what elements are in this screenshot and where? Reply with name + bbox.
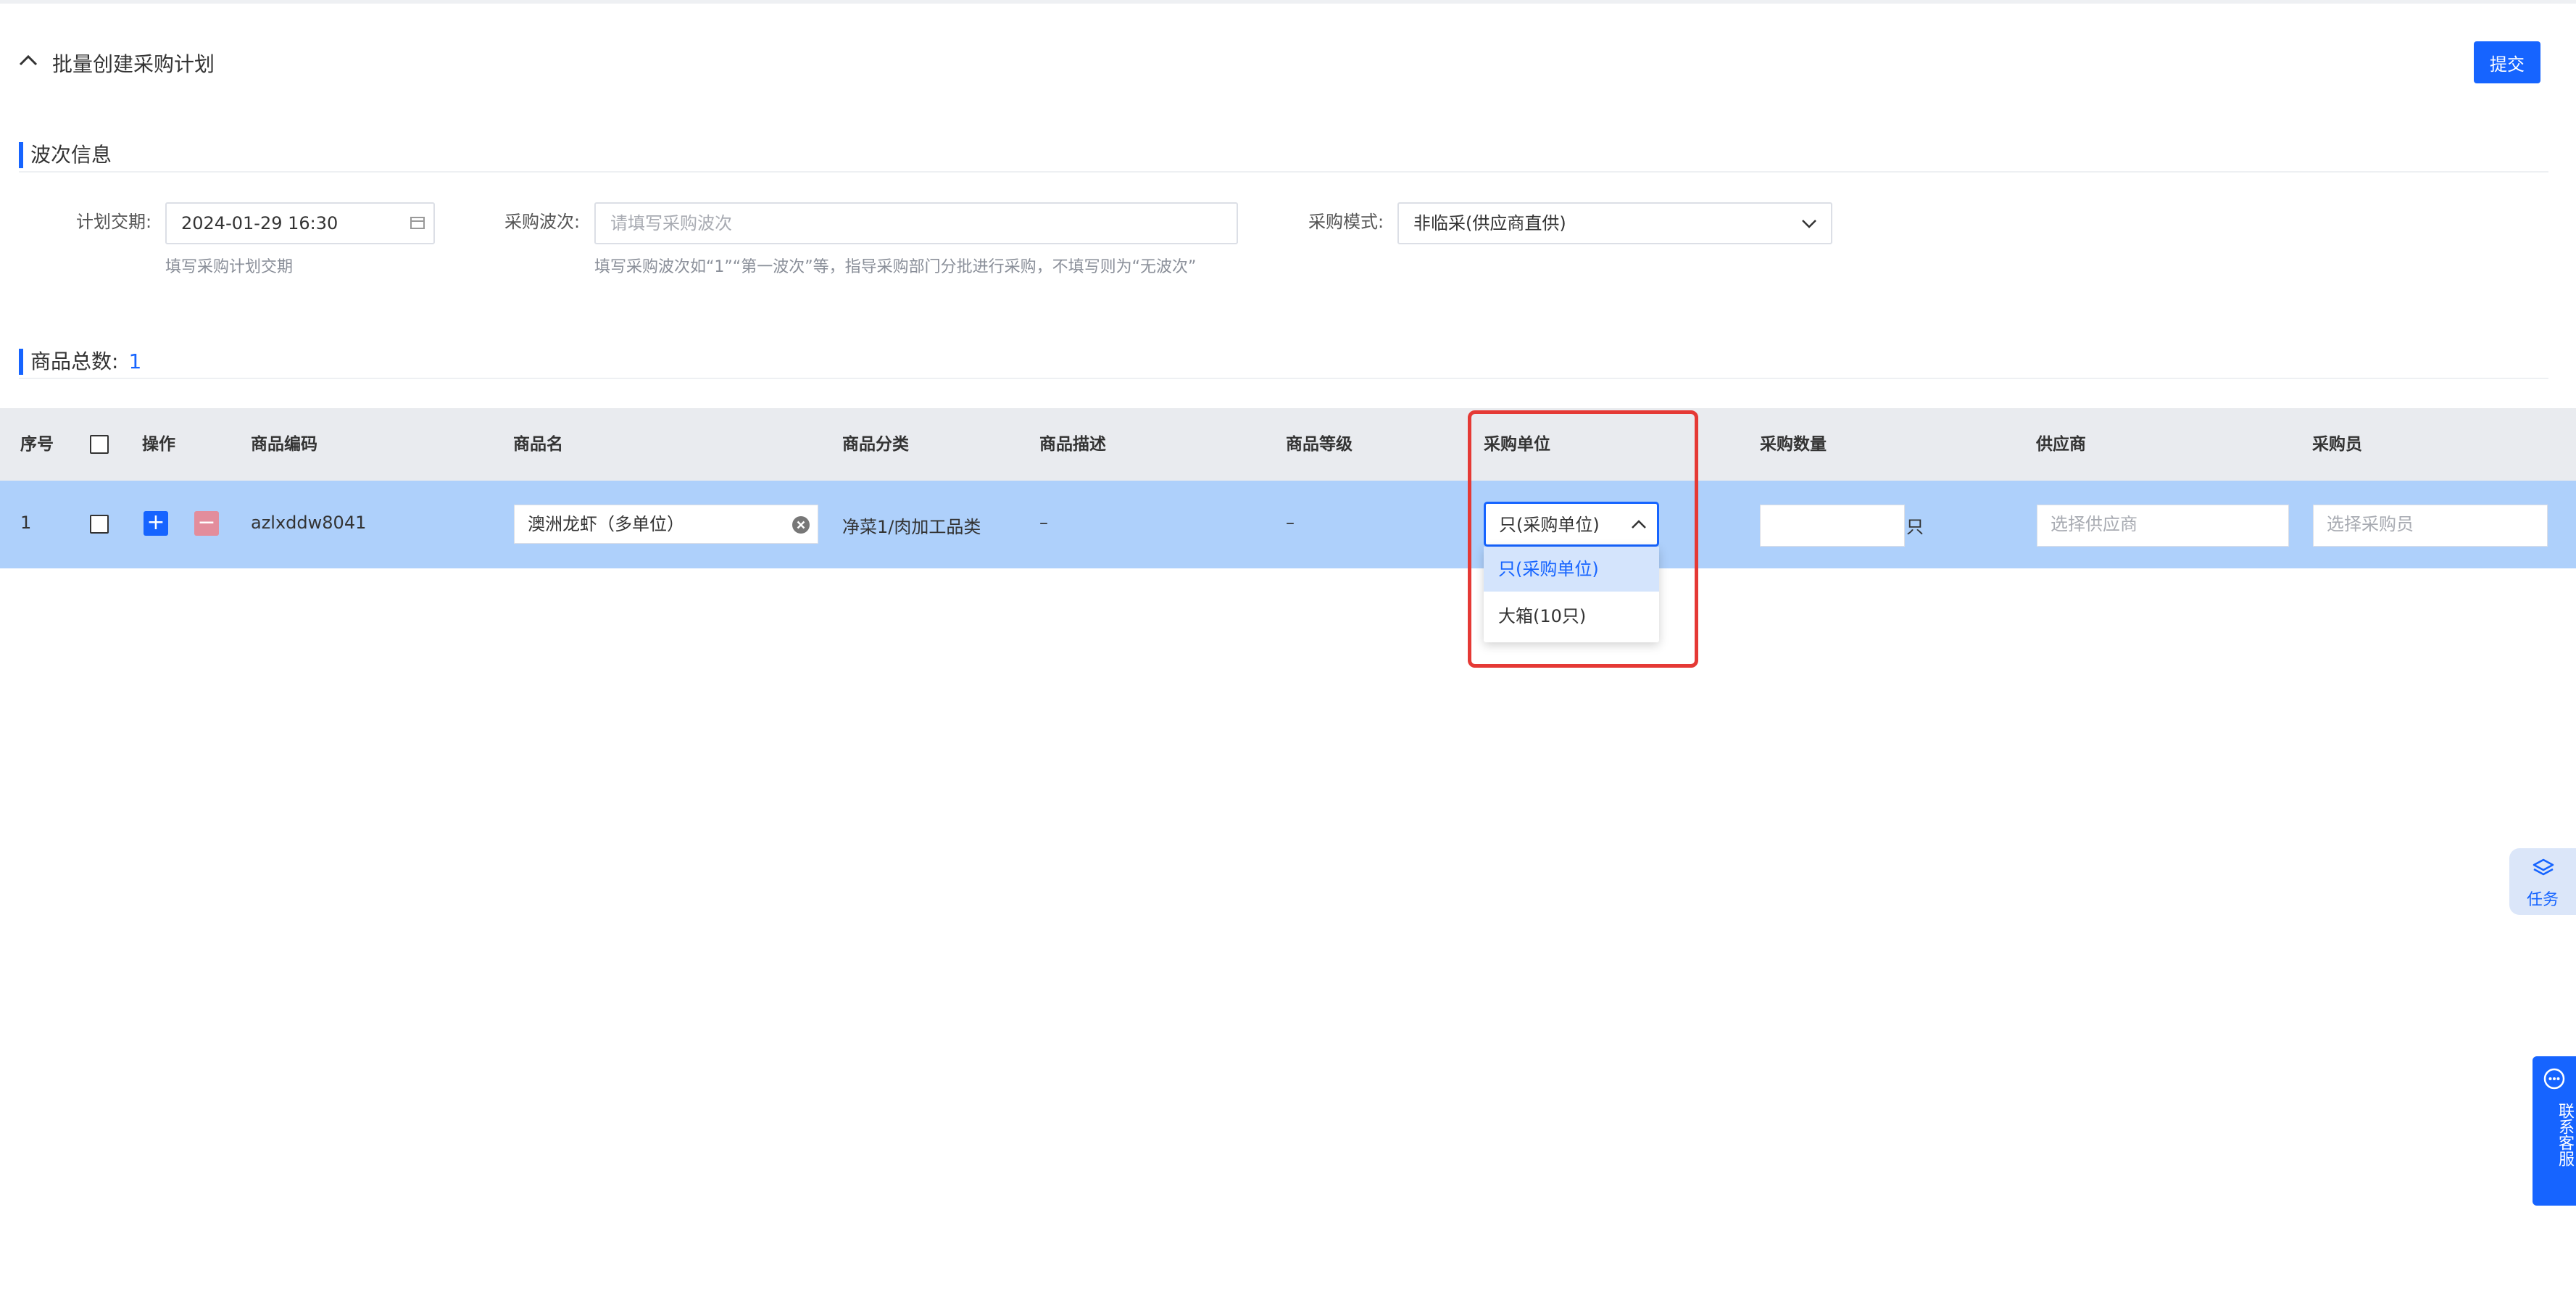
contact-service-label: 联系客服	[2556, 1103, 2574, 1166]
row-description: –	[1039, 513, 1048, 533]
plan-date-input[interactable]: 2024-01-29 16:30	[165, 202, 435, 244]
page-header: 批量创建采购计划 提交	[0, 40, 2576, 83]
task-widget[interactable]: 任务	[2509, 848, 2576, 915]
section-divider	[19, 171, 2548, 173]
mode-select[interactable]: 非临采(供应商直供)	[1397, 202, 1832, 244]
contact-service-widget[interactable]: 联系客服	[2533, 1056, 2576, 1206]
unit-select-value: 只(采购单位)	[1499, 515, 1600, 535]
col-code: 商品编码	[251, 435, 317, 454]
supplier-select[interactable]: 选择供应商	[2037, 505, 2289, 547]
goods-count-label: 商品总数:	[30, 349, 119, 373]
submit-button[interactable]: 提交	[2474, 41, 2540, 83]
col-name: 商品名	[513, 435, 563, 454]
product-name-input[interactable]: 澳洲龙虾（多单位）	[514, 505, 818, 544]
chevron-up-icon	[1632, 520, 1646, 529]
clear-icon[interactable]	[792, 515, 810, 534]
col-grade: 商品等级	[1286, 435, 1353, 454]
table-header: 序号 操作 商品编码 商品名 商品分类 商品描述 商品等级 采购单位 采购数量 …	[0, 408, 2576, 481]
quantity-unit-label: 只	[1906, 517, 1924, 537]
wave-hint: 填写采购波次如“1”“第一波次”等，指导采购部门分批进行采购，不填写则为“无波次…	[594, 258, 1197, 276]
col-supplier: 供应商	[2036, 435, 2086, 454]
calendar-icon[interactable]	[409, 214, 426, 231]
plan-date-label: 计划交期:	[76, 212, 152, 232]
remove-row-button[interactable]: −	[194, 511, 219, 536]
row-index: 1	[20, 513, 32, 533]
chevron-down-icon	[1802, 220, 1816, 228]
goods-count-value: 1	[128, 349, 142, 373]
unit-dropdown-menu: 只(采购单位) 大箱(10只)	[1484, 547, 1659, 642]
layers-icon	[2533, 858, 2554, 876]
quantity-input[interactable]	[1760, 505, 1905, 547]
plan-date-hint: 填写采购计划交期	[165, 258, 294, 276]
plan-date-value: 2024-01-29 16:30	[181, 213, 338, 233]
product-name-value: 澳洲龙虾（多单位）	[528, 514, 684, 534]
col-description: 商品描述	[1039, 435, 1106, 454]
table-row[interactable]: 1 + − azlxddw8041 澳洲龙虾（多单位） 净菜1/肉加工品类 – …	[0, 481, 2576, 568]
goods-section-title: 商品总数: 1	[19, 349, 141, 375]
mode-value: 非临采(供应商直供)	[1413, 213, 1566, 233]
select-all-checkbox[interactable]	[90, 435, 109, 454]
wave-input[interactable]: 请填写采购波次	[594, 202, 1238, 244]
col-actions: 操作	[142, 435, 175, 454]
col-buyer: 采购员	[2312, 435, 2362, 454]
add-row-button[interactable]: +	[144, 511, 168, 536]
unit-option-box[interactable]: 大箱(10只)	[1484, 594, 1659, 639]
row-grade: –	[1286, 513, 1295, 533]
row-code: azlxddw8041	[251, 513, 367, 533]
col-category: 商品分类	[842, 435, 909, 454]
section-divider	[19, 378, 2548, 379]
buyer-select[interactable]: 选择采购员	[2313, 505, 2548, 547]
mode-label: 采购模式:	[1308, 212, 1384, 232]
unit-select[interactable]: 只(采购单位)	[1484, 502, 1659, 547]
task-label: 任务	[2526, 891, 2559, 909]
row-checkbox[interactable]	[90, 515, 109, 534]
top-divider	[0, 0, 2576, 4]
wave-section-title: 波次信息	[19, 142, 112, 168]
chevron-up-icon[interactable]	[17, 51, 39, 69]
col-unit: 采购单位	[1484, 435, 1550, 454]
col-index: 序号	[20, 435, 54, 454]
chat-icon	[2543, 1068, 2565, 1090]
wave-label: 采购波次:	[504, 212, 581, 232]
unit-option-piece[interactable]: 只(采购单位)	[1484, 547, 1659, 592]
col-quantity: 采购数量	[1760, 435, 1827, 454]
row-category: 净菜1/肉加工品类	[842, 517, 981, 537]
page-title: 批量创建采购计划	[52, 52, 215, 76]
